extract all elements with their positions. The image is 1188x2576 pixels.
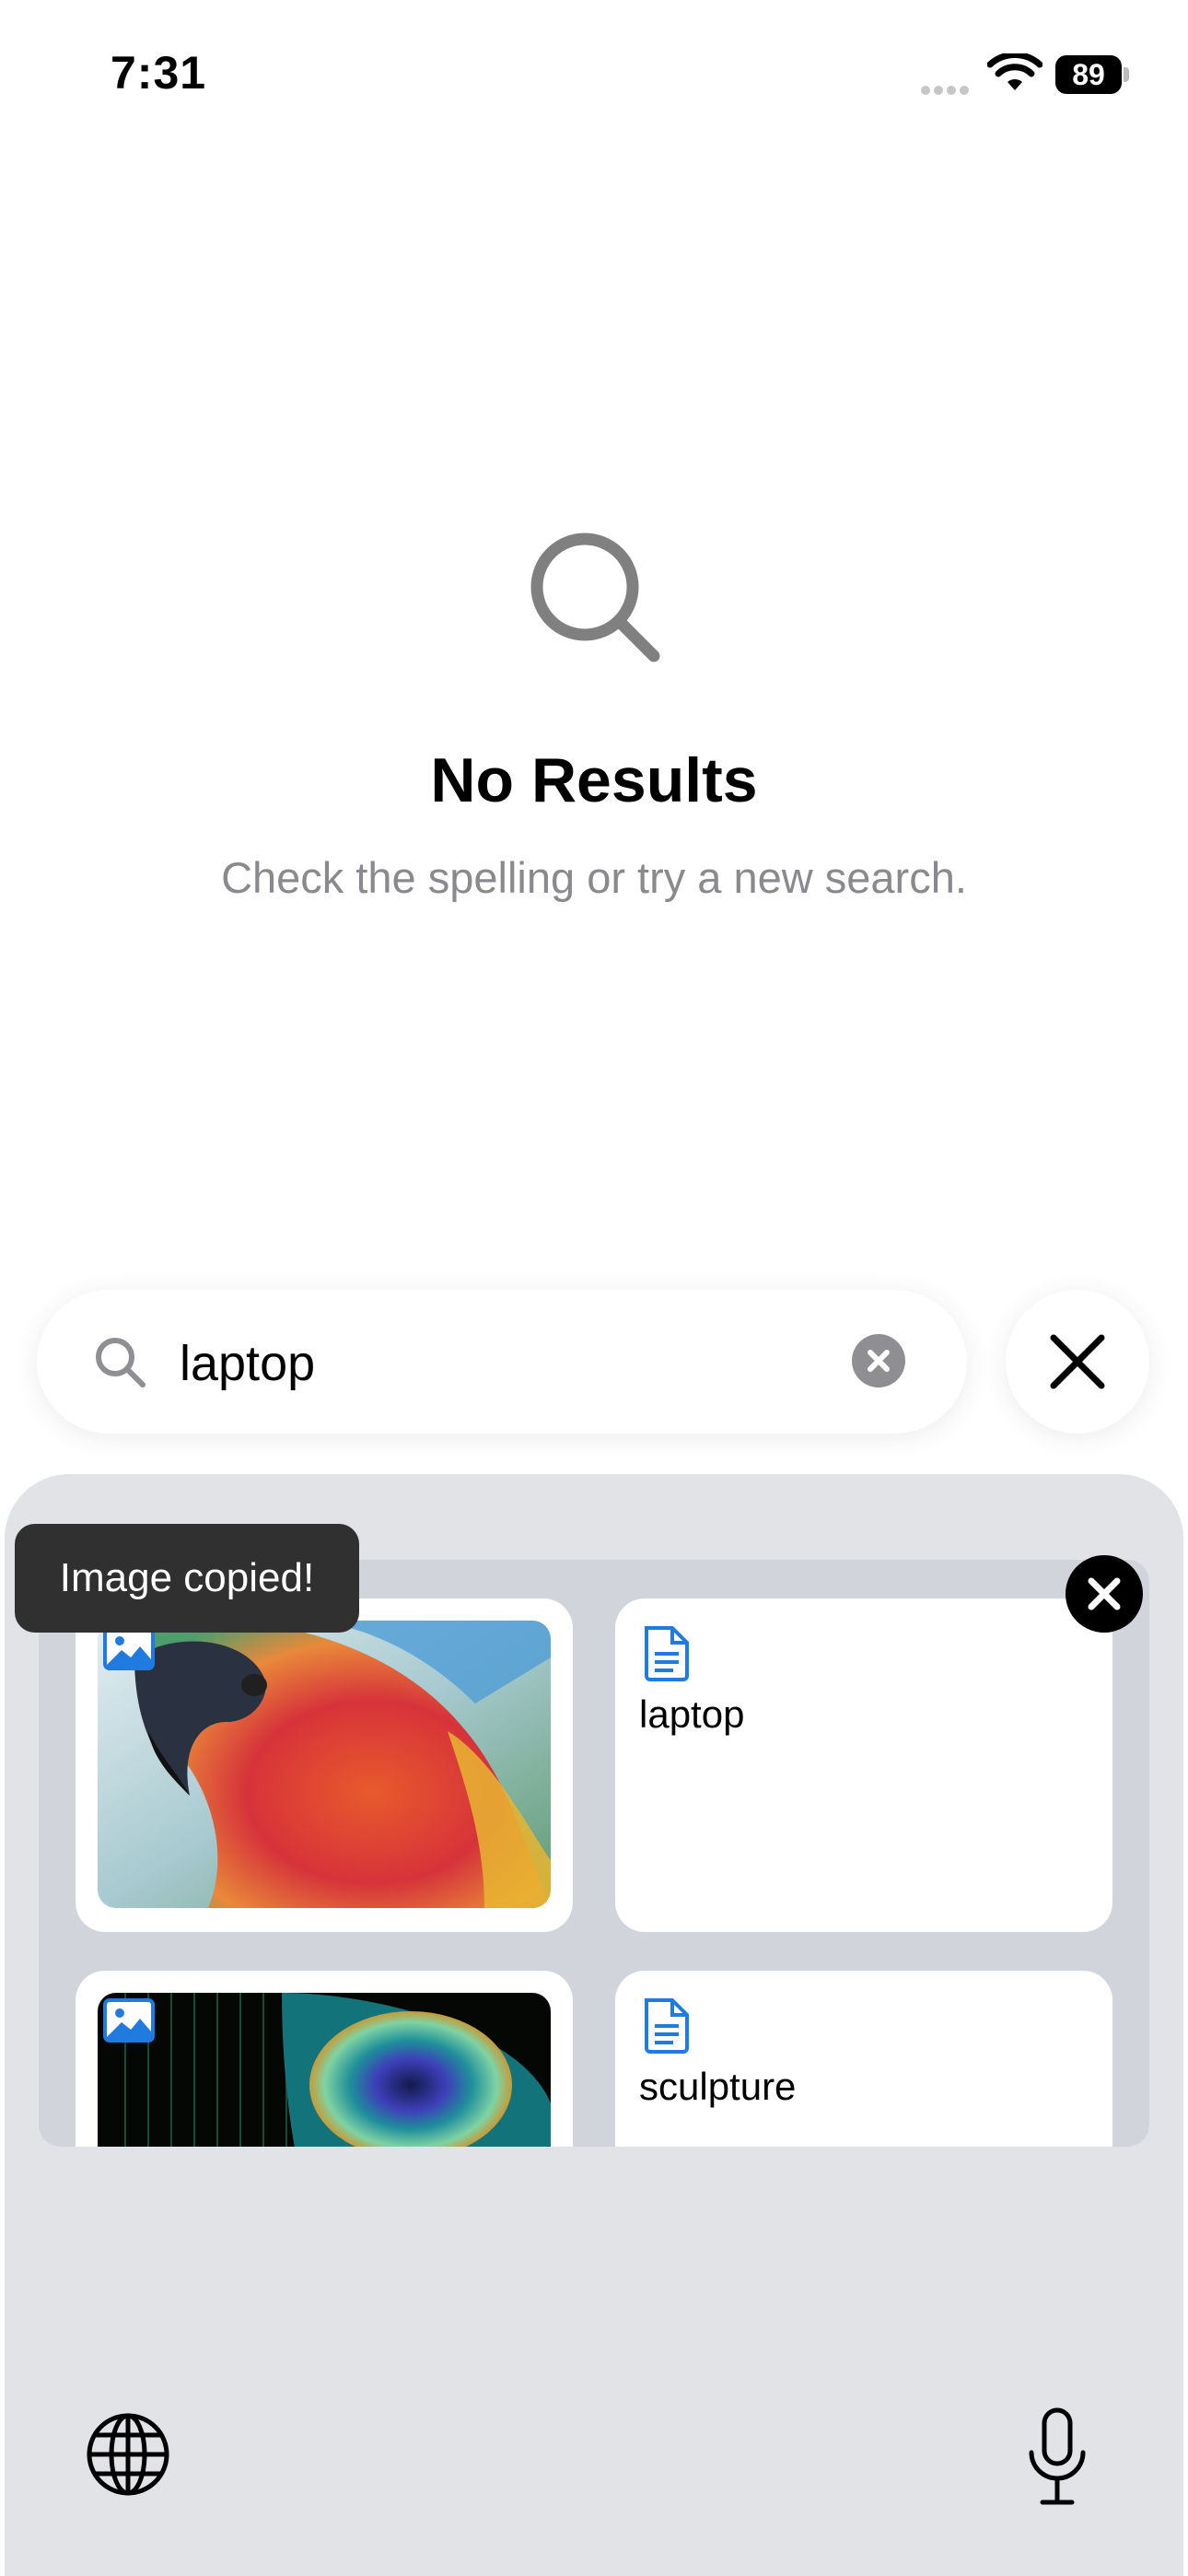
image-icon bbox=[103, 1998, 155, 2043]
result-card-label: sculpture bbox=[639, 2065, 797, 2108]
empty-state-subtitle: Check the spelling or try a new search. bbox=[221, 853, 967, 902]
close-icon bbox=[1088, 1577, 1121, 1610]
result-card-label: laptop bbox=[639, 1692, 745, 1736]
close-panel-button[interactable] bbox=[1066, 1555, 1143, 1633]
result-card-text[interactable]: laptop bbox=[615, 1598, 1112, 1932]
battery-icon: 89 bbox=[1055, 55, 1131, 94]
cellular-signal-icon bbox=[921, 83, 976, 95]
document-icon bbox=[645, 1998, 689, 2054]
result-card-image[interactable] bbox=[76, 1971, 573, 2147]
status-time: 7:31 bbox=[111, 47, 207, 99]
empty-state-title: No Results bbox=[430, 745, 758, 815]
parrot-image bbox=[98, 1621, 551, 1908]
magnifying-glass-icon bbox=[530, 533, 660, 662]
result-card-text[interactable]: sculpture bbox=[615, 1971, 1112, 2147]
clipboard-results-grid: laptop sculpture bbox=[39, 1560, 1149, 2147]
close-icon bbox=[1050, 1334, 1105, 1389]
peacock-feather-image bbox=[98, 1993, 551, 2147]
globe-icon[interactable] bbox=[85, 2411, 171, 2498]
clear-search-button[interactable] bbox=[852, 1334, 905, 1388]
toast-message: Image copied! bbox=[15, 1524, 359, 1633]
result-card-image[interactable] bbox=[76, 1598, 573, 1932]
clear-icon bbox=[868, 1350, 890, 1372]
search-input[interactable] bbox=[180, 1327, 824, 1400]
cancel-search-button[interactable] bbox=[1006, 1290, 1149, 1434]
wifi-icon bbox=[987, 53, 1042, 90]
battery-level: 89 bbox=[1055, 55, 1122, 94]
image-icon bbox=[103, 1626, 155, 1670]
document-icon bbox=[645, 1626, 689, 1681]
microphone-icon[interactable] bbox=[1024, 2406, 1090, 2508]
search-icon bbox=[96, 1338, 146, 1388]
